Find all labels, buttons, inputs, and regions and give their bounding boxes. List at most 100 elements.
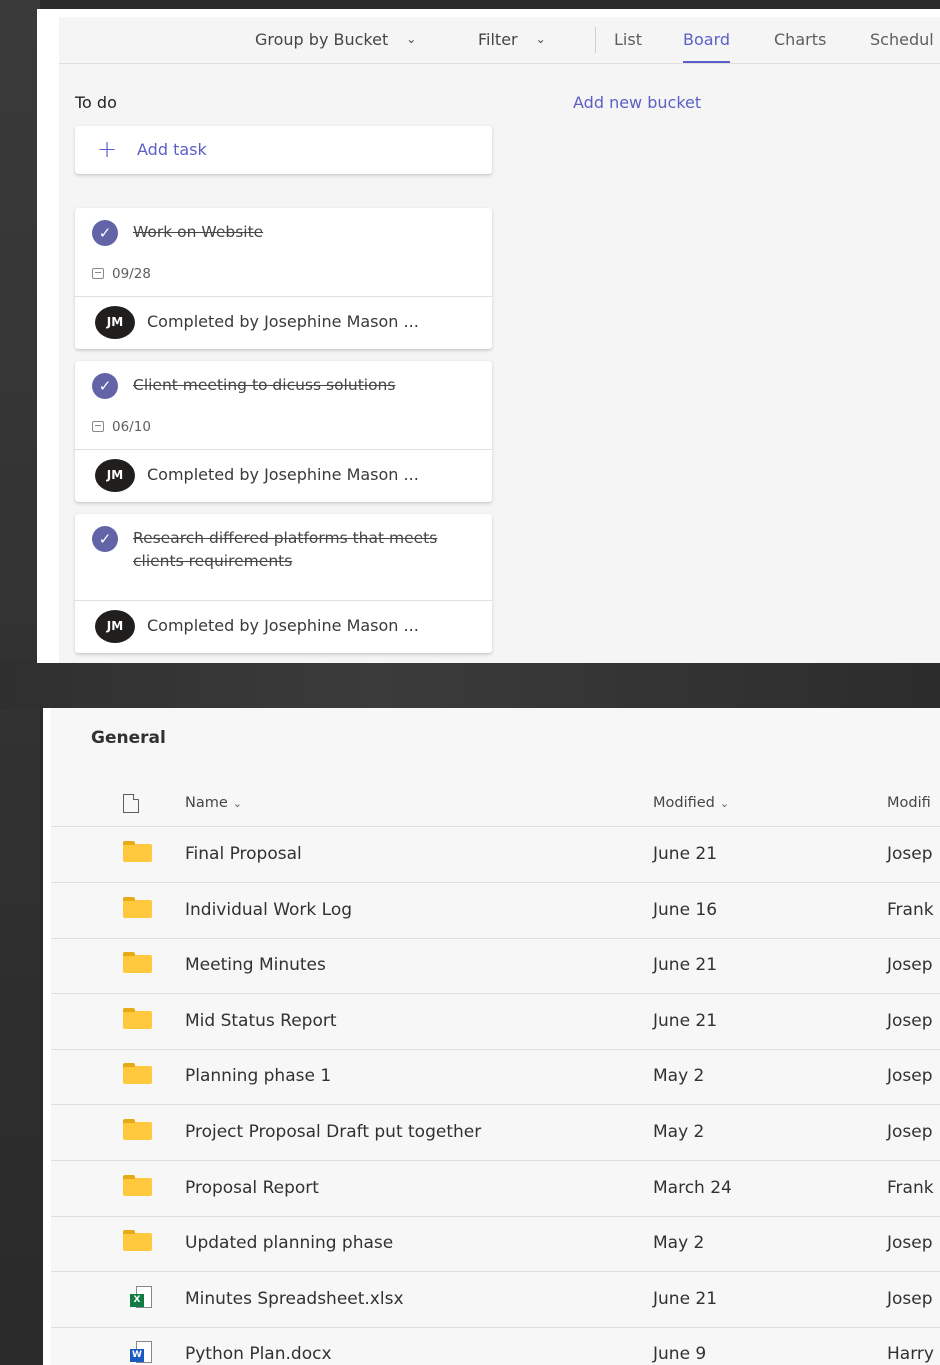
modified-by: Frank [887,1177,934,1198]
check-complete-icon[interactable]: ✓ [92,526,118,552]
column-header-name[interactable]: Name ⌄ [185,795,242,811]
task-title: Research differed platforms that meets c… [133,529,438,570]
file-name[interactable]: Final Proposal [185,844,302,864]
modified-date: June 16 [653,899,718,920]
filter-label: Filter [478,30,518,49]
modified-by: Josep [887,1010,933,1031]
table-row[interactable]: Project Proposal Draft put together May 2… [51,1105,940,1161]
table-row[interactable]: X Minutes Spreadsheet.xlsx June 21 Josep [51,1272,940,1328]
file-name[interactable]: Individual Work Log [185,900,352,920]
file-name[interactable]: Minutes Spreadsheet.xlsx [185,1289,404,1309]
add-task-label: Add task [137,140,207,159]
folder-icon [123,952,152,974]
filter-dropdown[interactable]: Filter ⌄ [478,17,546,63]
task-card[interactable]: ✓ Client meeting to dicuss solutions 06/… [75,361,492,502]
table-row[interactable]: W Python Plan.docx June 9 Harry [51,1327,940,1365]
task-title: Work on Website [133,223,264,241]
channel-title: General [91,728,166,748]
modified-by: Harry [887,1344,934,1365]
completed-by-text: Completed by Josephine Mason ... [147,312,419,331]
modified-by: Josep [887,1233,933,1254]
table-row[interactable]: Proposal Report March 24 Frank [51,1161,940,1217]
table-row[interactable]: Meeting Minutes June 21 Josep [51,938,940,995]
calendar-icon [92,421,104,432]
modified-date: May 2 [653,1066,705,1087]
files-header-row: Name ⌄ Modified ⌄ Modifi [51,781,940,827]
table-row[interactable]: Planning phase 1 May 2 Josep [51,1049,940,1106]
file-type-icon[interactable] [123,794,139,813]
modified-date: March 24 [653,1177,732,1198]
column-modified-label: Modified [653,795,715,811]
card-footer: JM Completed by Josephine Mason ... [75,296,492,349]
column-header-modified[interactable]: Modified ⌄ [653,795,729,811]
chevron-down-icon: ⌄ [232,797,242,810]
modified-by: Josep [887,1288,933,1309]
table-row[interactable]: Updated planning phase May 2 Josep [51,1216,940,1273]
files-window: General Name ⌄ Modified ⌄ Modifi Final Pro… [43,708,940,1365]
folder-icon [123,1007,152,1029]
modified-date: June 21 [653,1288,718,1309]
folder-icon [123,1119,152,1140]
check-complete-icon[interactable]: ✓ [92,373,118,399]
tab-board[interactable]: Board [683,17,731,63]
file-name[interactable]: Updated planning phase [185,1233,393,1253]
modified-date: May 2 [653,1122,705,1142]
file-name[interactable]: Proposal Report [185,1178,319,1198]
table-row[interactable]: Final Proposal June 21 Josep [51,827,940,883]
add-new-bucket-link[interactable]: Add new bucket [573,93,701,112]
chevron-down-icon: ⌄ [406,32,417,46]
file-name[interactable]: Planning phase 1 [185,1066,331,1086]
completed-by-text: Completed by Josephine Mason ... [147,465,419,484]
file-name[interactable]: Python Plan.docx [185,1344,332,1364]
table-row[interactable]: Individual Work Log June 16 Frank [51,883,940,939]
files-library: General Name ⌄ Modified ⌄ Modifi Final Pro… [51,708,940,1365]
modified-date: June 9 [653,1344,707,1365]
plus-icon: + [97,135,118,163]
folder-icon [123,841,152,862]
folder-icon [123,1063,152,1085]
modified-by: Josep [887,1122,933,1142]
chevron-down-icon: ⌄ [535,32,546,46]
word-file-icon: W [130,1341,152,1365]
modified-date: June 21 [653,1010,718,1031]
planner-window: Group by Bucket ⌄ Filter ⌄ List Board Char… [37,9,940,663]
table-row[interactable]: Mid Status Report June 21 Josep [51,994,940,1050]
file-name[interactable]: Project Proposal Draft put together [185,1122,481,1142]
task-title: Client meeting to dicuss solutions [133,376,396,394]
folder-icon [123,896,152,918]
group-by-dropdown[interactable]: Group by Bucket ⌄ [255,17,416,63]
tab-charts[interactable]: Charts [774,17,826,63]
excel-file-icon: X [130,1285,152,1310]
planner-board: Group by Bucket ⌄ Filter ⌄ List Board Char… [59,17,940,663]
toolbar-divider [595,27,596,53]
modified-by: Frank [887,899,934,920]
bucket-title: To do [75,93,117,112]
planner-toolbar: Group by Bucket ⌄ Filter ⌄ List Board Char… [59,17,940,64]
calendar-icon [92,268,104,279]
folder-icon [123,1230,152,1252]
tab-schedule[interactable]: Schedul [870,17,934,63]
modified-by: Josep [887,844,933,864]
check-complete-icon[interactable]: ✓ [92,220,118,246]
avatar: JM [95,459,135,492]
avatar: JM [95,306,135,339]
column-name-label: Name [185,795,228,811]
chevron-down-icon: ⌄ [719,797,730,810]
modified-date: June 21 [653,844,718,864]
file-name[interactable]: Mid Status Report [185,1011,337,1031]
card-footer: JM Completed by Josephine Mason ... [75,600,492,653]
due-date: 06/10 [92,419,151,435]
due-date: 09/28 [92,266,151,282]
modified-by: Josep [887,955,933,976]
task-card[interactable]: ✓ Research differed platforms that meets… [75,514,492,653]
task-card[interactable]: ✓ Work on Website 09/28 JM Completed by … [75,208,492,349]
tab-list[interactable]: List [614,17,642,63]
modified-date: May 2 [653,1233,705,1254]
add-task-button[interactable]: + Add task [75,126,492,174]
avatar: JM [95,610,135,643]
completed-by-text: Completed by Josephine Mason ... [147,616,419,635]
modified-date: June 21 [653,955,718,976]
group-by-label: Group by Bucket [255,30,389,49]
column-header-modified-by[interactable]: Modifi [887,795,931,811]
file-name[interactable]: Meeting Minutes [185,955,326,975]
